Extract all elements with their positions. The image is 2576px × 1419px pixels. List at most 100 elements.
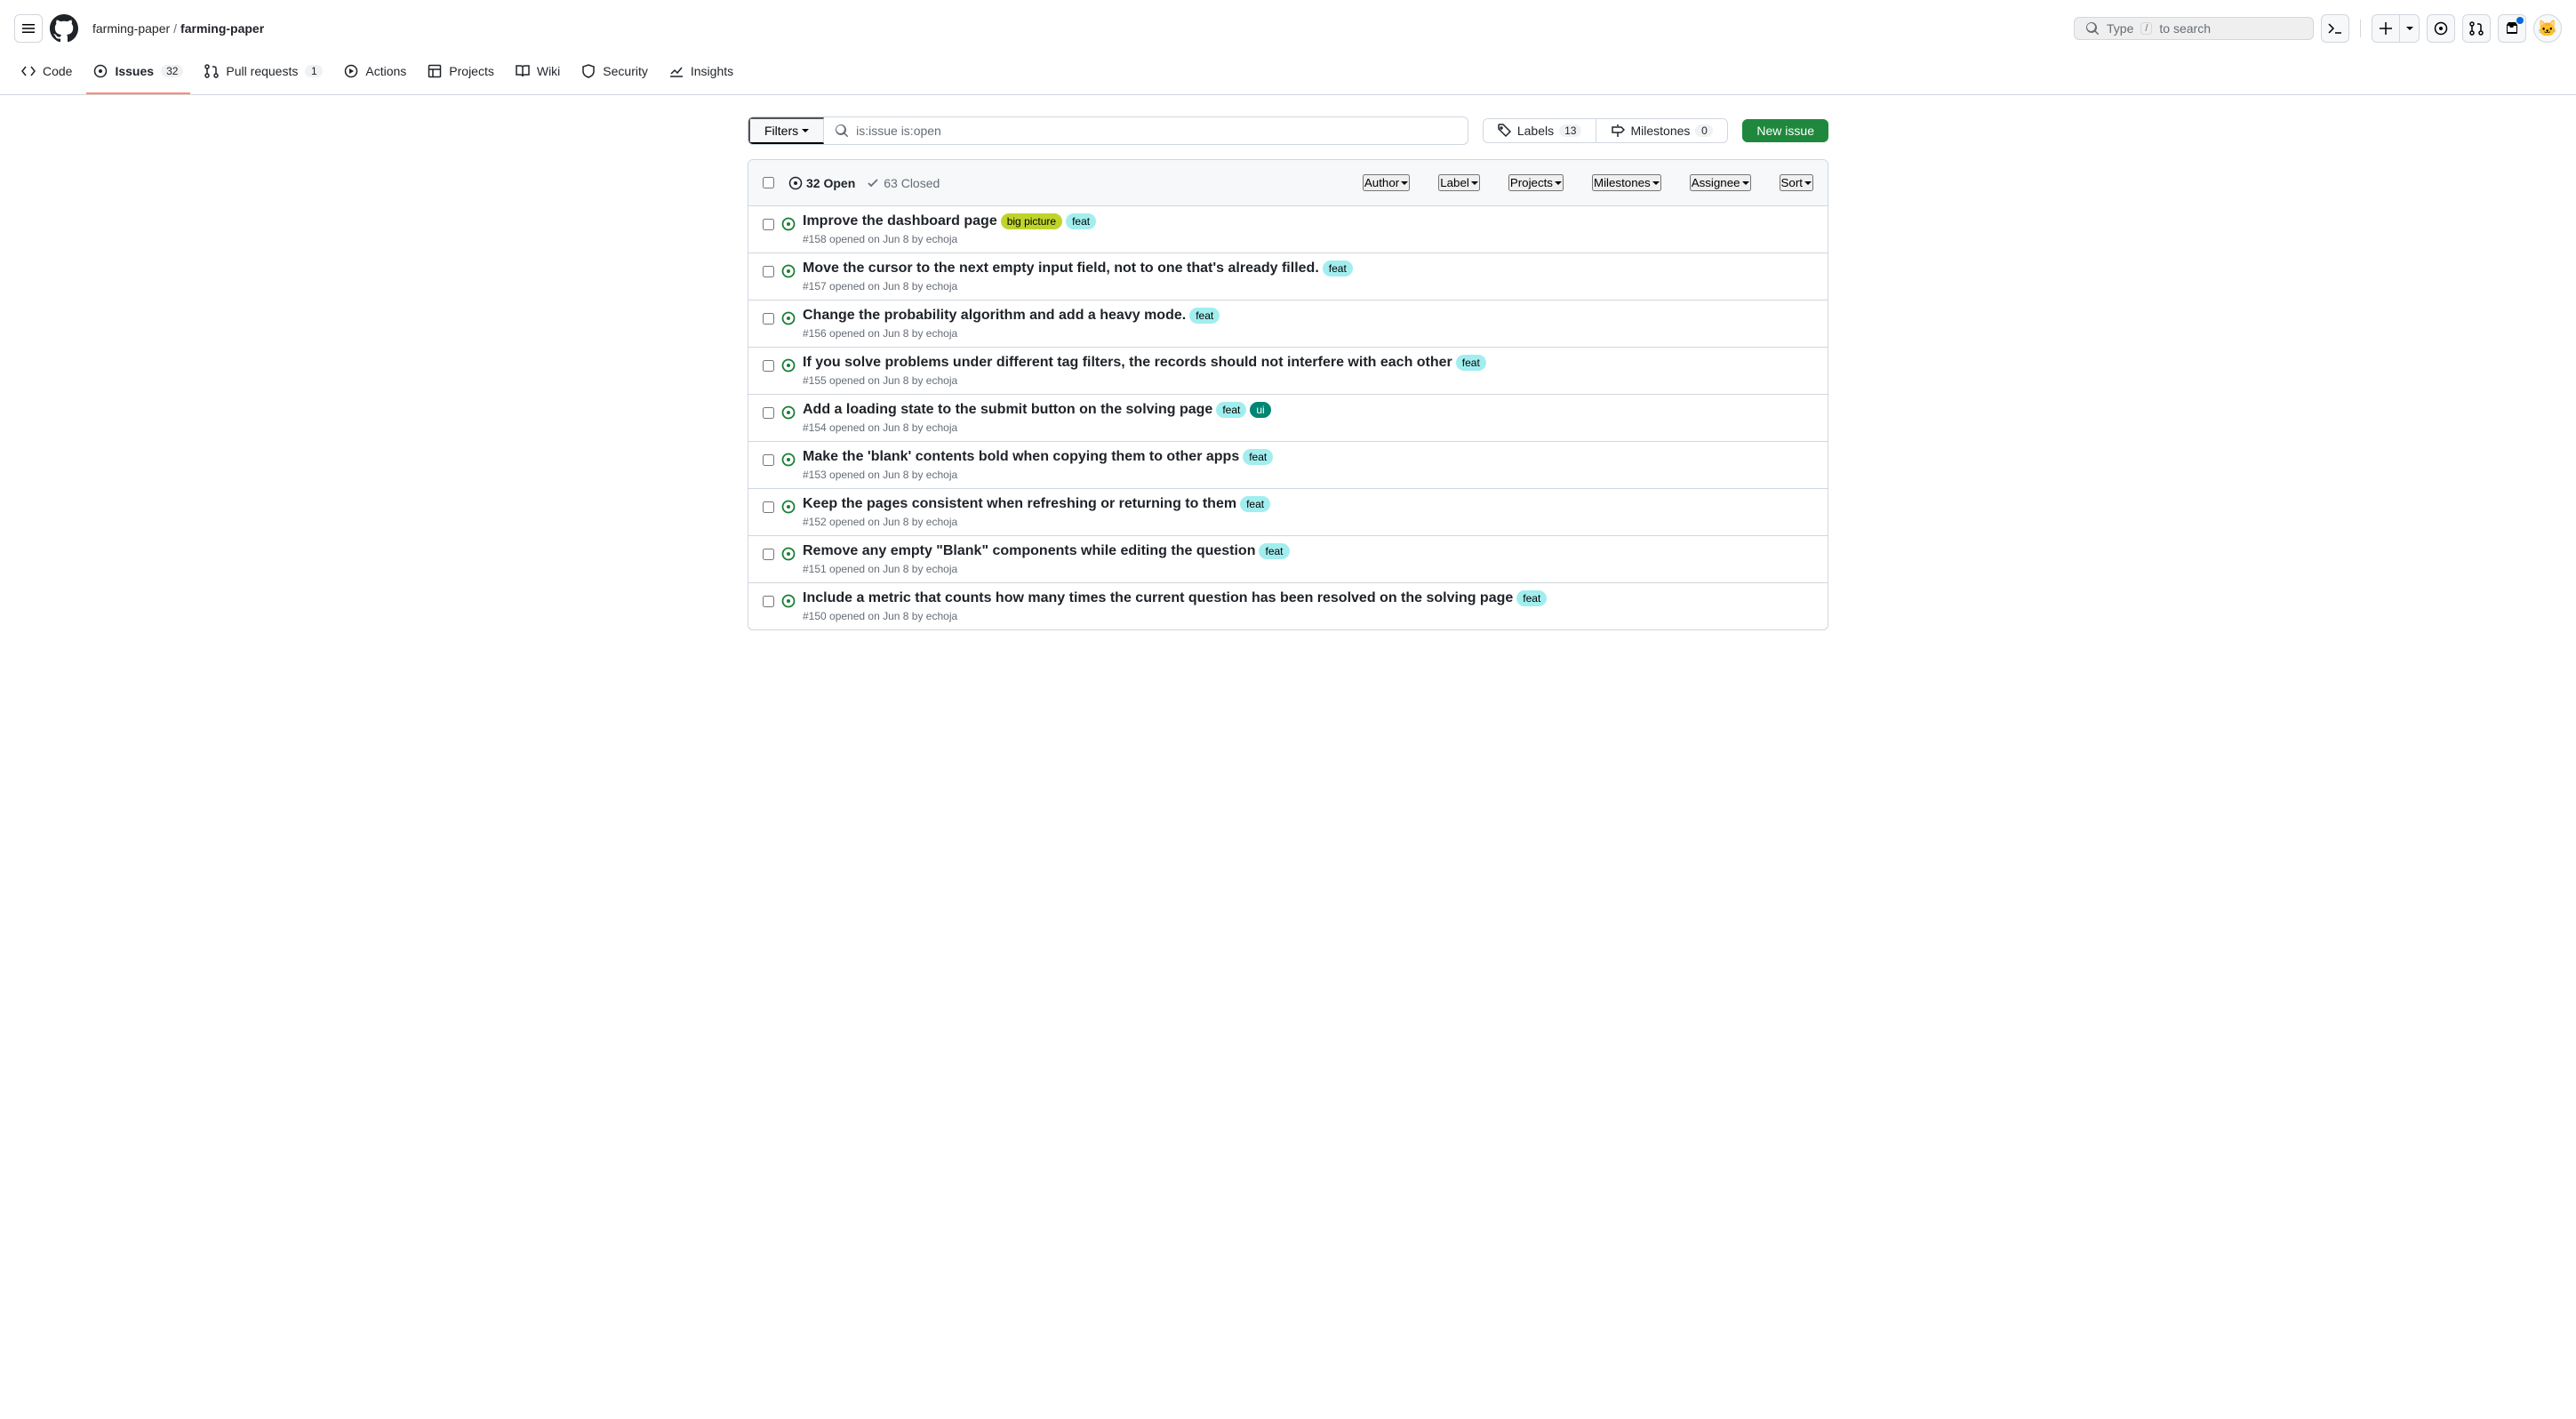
create-dropdown-button[interactable] xyxy=(2400,14,2420,43)
issue-label[interactable]: big picture xyxy=(1001,213,1062,229)
git-pull-request-icon xyxy=(2469,21,2484,36)
issue-checkbox[interactable] xyxy=(763,407,774,419)
new-issue-button[interactable]: New issue xyxy=(1742,119,1828,142)
caret-down-icon xyxy=(1471,181,1478,185)
issue-author-link[interactable]: echoja xyxy=(926,421,957,434)
issue-meta: #155 opened on Jun 8 by echoja xyxy=(803,374,1813,387)
issue-title-link[interactable]: Remove any empty "Blank" components whil… xyxy=(803,543,1255,559)
issue-title-link[interactable]: Change the probability algorithm and add… xyxy=(803,308,1186,324)
open-issues-toggle[interactable]: 32 Open xyxy=(788,176,855,190)
filter-label[interactable]: Label xyxy=(1438,174,1480,191)
issues-search-input[interactable]: is:issue is:open xyxy=(824,117,1468,144)
issue-row: Move the cursor to the next empty input … xyxy=(748,253,1828,301)
filter-milestones[interactable]: Milestones xyxy=(1592,174,1661,191)
pulls-nav-button[interactable] xyxy=(2462,14,2491,43)
issue-checkbox[interactable] xyxy=(763,313,774,325)
nav-issues-counter: 32 xyxy=(161,65,183,77)
create-button[interactable] xyxy=(2372,14,2400,43)
tag-icon xyxy=(1498,124,1512,138)
labels-button[interactable]: Labels 13 xyxy=(1484,119,1597,142)
nav-issues[interactable]: Issues 32 xyxy=(86,57,190,94)
nav-wiki[interactable]: Wiki xyxy=(508,57,567,94)
issues-nav-button[interactable] xyxy=(2427,14,2455,43)
hamburger-button[interactable] xyxy=(14,14,43,43)
issue-label[interactable]: feat xyxy=(1323,261,1353,277)
issue-label[interactable]: feat xyxy=(1240,496,1270,512)
milestones-button[interactable]: Milestones 0 xyxy=(1596,119,1727,142)
issue-checkbox[interactable] xyxy=(763,219,774,230)
github-logo[interactable] xyxy=(50,14,78,43)
graph-icon xyxy=(669,64,684,78)
issue-open-icon xyxy=(781,543,796,575)
issue-title-link[interactable]: Keep the pages consistent when refreshin… xyxy=(803,496,1236,512)
issue-label[interactable]: feat xyxy=(1189,308,1220,324)
nav-actions[interactable]: Actions xyxy=(337,57,413,94)
search-to-label: to search xyxy=(2159,21,2211,36)
issue-checkbox[interactable] xyxy=(763,549,774,560)
issue-label[interactable]: feat xyxy=(1243,449,1273,465)
issue-author-link[interactable]: echoja xyxy=(926,327,957,340)
issue-opened-text: opened on Jun 8 by xyxy=(829,610,926,622)
issue-title-link[interactable]: Move the cursor to the next empty input … xyxy=(803,261,1319,277)
caret-down-icon xyxy=(1401,181,1408,185)
labels-milestones-group: Labels 13 Milestones 0 xyxy=(1483,118,1729,143)
issue-open-icon xyxy=(781,449,796,481)
select-all-checkbox[interactable] xyxy=(763,177,774,188)
issue-opened-text: opened on Jun 8 by xyxy=(829,280,926,293)
notifications-button[interactable] xyxy=(2498,14,2526,43)
nav-security[interactable]: Security xyxy=(574,57,655,94)
command-palette-button[interactable] xyxy=(2321,14,2349,43)
issue-title-link[interactable]: If you solve problems under different ta… xyxy=(803,355,1452,371)
search-slash-kbd: / xyxy=(2140,22,2152,35)
filter-author[interactable]: Author xyxy=(1363,174,1410,191)
issue-author-link[interactable]: echoja xyxy=(926,233,957,245)
milestones-counter: 0 xyxy=(1695,124,1713,137)
closed-issues-toggle[interactable]: 63 Closed xyxy=(866,176,940,190)
issue-author-link[interactable]: echoja xyxy=(926,516,957,528)
nav-security-label: Security xyxy=(603,64,648,78)
issue-row: If you solve problems under different ta… xyxy=(748,348,1828,395)
issue-author-link[interactable]: echoja xyxy=(926,610,957,622)
issue-title-link[interactable]: Add a loading state to the submit button… xyxy=(803,402,1212,418)
filters-label: Filters xyxy=(764,124,798,138)
search-button[interactable]: Type / to search xyxy=(2074,17,2314,40)
issue-title-link[interactable]: Improve the dashboard page xyxy=(803,213,997,229)
issue-checkbox[interactable] xyxy=(763,501,774,513)
issue-author-link[interactable]: echoja xyxy=(926,374,957,387)
repo-link[interactable]: farming-paper xyxy=(180,21,264,36)
issue-checkbox[interactable] xyxy=(763,266,774,277)
nav-code[interactable]: Code xyxy=(14,57,79,94)
issue-label[interactable]: feat xyxy=(1516,590,1547,606)
issue-author-link[interactable]: echoja xyxy=(926,280,957,293)
issue-label[interactable]: ui xyxy=(1250,402,1270,418)
nav-insights[interactable]: Insights xyxy=(662,57,740,94)
issue-label[interactable]: feat xyxy=(1456,355,1486,371)
issue-checkbox[interactable] xyxy=(763,596,774,607)
issue-title-link[interactable]: Make the 'blank' contents bold when copy… xyxy=(803,449,1239,465)
issue-author-link[interactable]: echoja xyxy=(926,469,957,481)
nav-pulls-label: Pull requests xyxy=(226,64,298,78)
caret-down-icon xyxy=(1652,181,1660,185)
command-palette-icon xyxy=(2328,21,2342,36)
filter-sort[interactable]: Sort xyxy=(1780,174,1813,191)
nav-actions-label: Actions xyxy=(365,64,406,78)
user-avatar[interactable]: 🐱 xyxy=(2533,14,2562,43)
hamburger-icon xyxy=(21,21,36,36)
nav-pulls[interactable]: Pull requests 1 xyxy=(197,57,330,94)
filter-projects[interactable]: Projects xyxy=(1508,174,1564,191)
code-icon xyxy=(21,64,36,78)
issue-checkbox[interactable] xyxy=(763,454,774,466)
nav-projects[interactable]: Projects xyxy=(420,57,501,94)
issue-checkbox[interactable] xyxy=(763,360,774,372)
issue-label[interactable]: feat xyxy=(1066,213,1096,229)
issue-author-link[interactable]: echoja xyxy=(926,563,957,575)
issue-title-link[interactable]: Include a metric that counts how many ti… xyxy=(803,590,1513,606)
issue-label[interactable]: feat xyxy=(1216,402,1246,418)
filter-assignee[interactable]: Assignee xyxy=(1690,174,1751,191)
owner-link[interactable]: farming-paper xyxy=(92,21,170,36)
global-header: farming-paper / farming-paper Type / to … xyxy=(0,0,2576,57)
issue-open-icon xyxy=(781,261,796,293)
issue-label[interactable]: feat xyxy=(1259,543,1289,559)
filters-button[interactable]: Filters xyxy=(748,117,824,144)
issue-open-icon xyxy=(781,355,796,387)
